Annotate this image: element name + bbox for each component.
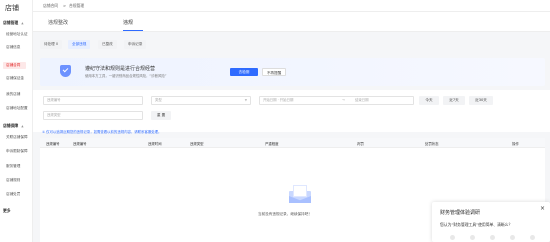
date-range-picker[interactable]: 开始日期 · 开始日期 → 结束日期 (259, 96, 414, 105)
chevron-down-icon: ▼ (244, 98, 247, 102)
reset-button[interactable]: 重 置 (151, 111, 171, 120)
survey-title: 财务管理体验调研 (440, 210, 481, 216)
date-end: 结束日期 (355, 98, 369, 102)
last-30-days-button[interactable]: 近30天 (469, 96, 493, 105)
subtab-pending[interactable]: 待处理 0 (40, 40, 63, 49)
sidebar-item[interactable]: 关联店铺保障 (6, 135, 28, 140)
chevron-up-icon: ▲ (21, 124, 24, 128)
column-header: 违规时间 (148, 142, 162, 146)
subtab-all[interactable]: 全部违规 (68, 40, 91, 49)
violation-type-input[interactable]: 违规类型 (43, 111, 143, 120)
breadcrumb-separator: > (63, 3, 67, 8)
sidebar-group-label: 店铺保障 (3, 123, 19, 128)
sidebar-item[interactable]: 店铺处罚 (6, 192, 20, 197)
breadcrumb-parent[interactable]: 店铺合同 (43, 3, 58, 9)
date-separator: → (342, 98, 345, 102)
logo: 店铺 (5, 4, 19, 12)
sidebar-item-active[interactable]: 店铺合同 (3, 62, 26, 69)
chevron-up-icon: ▲ (21, 21, 24, 25)
detect-button[interactable]: 去检测 (230, 68, 258, 76)
column-header: 操作 (512, 142, 519, 146)
risk-check-banner: 遵纪守法和规则是进行合规经营 使用本方工具，一键识别商品合规性风险，“诊断风险”… (40, 58, 545, 86)
sidebar-item[interactable]: 店铺信息 (6, 45, 20, 50)
sidebar-group-store-management[interactable]: 店铺管理 ▲ (3, 20, 24, 26)
rating-option[interactable] (490, 235, 495, 240)
empty-envelope-icon (287, 183, 313, 203)
rating-option[interactable] (450, 235, 455, 240)
rating-option[interactable] (470, 235, 475, 240)
tab-rectification[interactable]: 违规整改 (48, 19, 68, 26)
sidebar-item[interactable]: 申诉限制保障 (6, 149, 28, 154)
sidebar-group-store-protection[interactable]: 店铺保障 ▲ (3, 123, 24, 129)
sidebar: 店铺 店铺管理 ▲ 经营地址认证 店铺信息 店铺合同 店铺保证金 我的店铺 店铺地… (0, 0, 33, 242)
last-7-days-button[interactable]: 近7天 (443, 96, 465, 105)
empty-state-text: 当前没有违规记录，继续保持吧！ (258, 212, 312, 216)
banner-subtitle: 使用本方工具，一键识别商品合规性风险，“诊断风险” (85, 74, 167, 78)
sidebar-item[interactable]: 我的店铺 (6, 92, 20, 97)
dismiss-button[interactable]: 不再提醒 (262, 68, 286, 76)
sidebar-item[interactable]: 店铺规则 (6, 178, 20, 183)
column-header: 判罚 (357, 142, 364, 146)
filter-panel: 违规编号 类型 ▼ 开始日期 · 开始日期 → 结束日期 今天 近7天 近30天… (33, 90, 550, 132)
divider (33, 31, 550, 32)
sidebar-group-label: 店铺管理 (3, 20, 19, 25)
date-start: 开始日期 · 开始日期 (263, 98, 294, 102)
column-header: 严重程度 (265, 142, 279, 146)
column-header: 违规类型 (190, 142, 204, 146)
survey-popup: 财务管理体验调研 × 您认为“财务管理工具”使用简单、清晰么？ (432, 202, 550, 242)
info-notice: ① 仅可以追溯近期您的违规记录，如需查看以前的违规内容，请联系客服处理。 (42, 130, 162, 134)
column-header: 违规编号 (46, 142, 60, 146)
sidebar-item[interactable]: 店铺地址配置 (6, 106, 28, 111)
violation-id-input[interactable]: 违规编号 (43, 96, 143, 105)
sidebar-group-more[interactable]: 更多 (3, 208, 11, 214)
rating-option[interactable] (530, 235, 535, 240)
shield-icon (60, 65, 71, 77)
sidebar-item[interactable]: 服务管理 (6, 164, 20, 169)
column-header: 处罚状态 (425, 142, 439, 146)
breadcrumb-current: 合规管理 (69, 3, 85, 8)
survey-question: 您认为“财务管理工具”使用简单、清晰么？ (440, 222, 513, 227)
subtab-rectified[interactable]: 已整改 (98, 40, 117, 49)
tab-violation[interactable]: 违规 (123, 19, 133, 26)
topbar: 店铺合同 > 合规管理 (33, 0, 550, 12)
sidebar-item[interactable]: 经营地址认证 (6, 32, 28, 37)
subtab-appeals[interactable]: 申诉记录 (124, 40, 147, 49)
column-header: 违规编号 (73, 142, 87, 146)
tab-bar: 违规整改 违规 (33, 12, 550, 32)
table-header: 违规编号 违规编号 违规时间 违规类型 严重程度 判罚 处罚状态 操作 (40, 138, 545, 148)
type-select[interactable]: 类型 ▼ (151, 96, 251, 105)
banner-title: 遵纪守法和规则是进行合规经营 (85, 66, 156, 72)
today-button[interactable]: 今天 (419, 96, 439, 105)
close-icon[interactable]: × (540, 205, 545, 212)
rating-option[interactable] (510, 235, 515, 240)
sidebar-item[interactable]: 店铺保证金 (6, 76, 24, 81)
type-select-placeholder: 类型 (155, 98, 162, 102)
